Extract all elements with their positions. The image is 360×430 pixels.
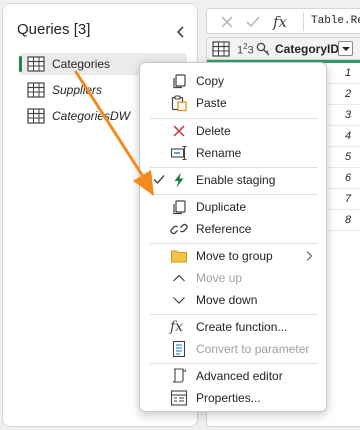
key-icon: [256, 42, 270, 56]
menu-item-copy[interactable]: Copy: [144, 70, 324, 92]
menu-item-move-down[interactable]: Move down: [144, 289, 324, 311]
menu-item-move-up[interactable]: Move up: [144, 267, 324, 289]
query-label: Categories: [52, 57, 111, 71]
duplicate-icon: [173, 200, 186, 215]
query-label: Suppliers: [52, 83, 103, 97]
delete-icon: [173, 125, 185, 137]
check-icon[interactable]: [243, 12, 263, 32]
collapse-pane-icon[interactable]: [173, 24, 189, 40]
rename-icon: [170, 145, 187, 161]
properties-icon: [170, 390, 188, 406]
column-header-categoryid[interactable]: CategoryID: [275, 42, 339, 56]
advanced-editor-icon: [172, 368, 186, 383]
table-icon: [27, 82, 45, 98]
power-query-editor: Queries [3] Categories Suppliers Categor…: [0, 0, 360, 430]
menu-item-properties[interactable]: Properties...: [144, 387, 324, 409]
menu-separator: [150, 167, 318, 168]
function-icon: fx: [170, 319, 184, 335]
table-icon: [27, 108, 45, 124]
menu-separator: [150, 194, 318, 195]
menu-item-advanced-editor[interactable]: Advanced editor: [144, 365, 324, 387]
chevron-down-icon: [173, 297, 185, 304]
menu-item-rename[interactable]: Rename: [144, 142, 324, 164]
column-type-indicator[interactable]: 123: [237, 42, 254, 57]
fx-icon[interactable]: fx: [273, 12, 293, 32]
paste-icon: [171, 95, 187, 112]
menu-item-move-to-group[interactable]: Move to group: [144, 245, 324, 267]
menu-item-create-function[interactable]: fx Create function...: [144, 316, 324, 338]
menu-item-enable-staging[interactable]: Enable staging: [144, 169, 324, 191]
grid-header: 123 CategoryID: [207, 38, 360, 60]
checkmark-icon: [153, 175, 165, 185]
formula-bar: fx Table.Re: [206, 8, 360, 34]
folder-icon: [171, 250, 187, 263]
reference-icon: [170, 223, 188, 235]
query-label: CategoriesDW: [52, 109, 131, 123]
menu-separator: [150, 314, 318, 315]
chevron-right-icon: [306, 251, 313, 261]
formula-input[interactable]: Table.Re: [311, 15, 360, 27]
table-menu-icon[interactable]: [212, 41, 230, 57]
menu-separator: [150, 363, 318, 364]
table-icon: [27, 56, 45, 72]
menu-separator: [150, 243, 318, 244]
lightning-icon: [174, 172, 184, 188]
queries-pane-title: Queries [3]: [17, 21, 91, 38]
menu-item-convert-to-parameter[interactable]: Convert to parameter: [144, 338, 324, 360]
cancel-icon[interactable]: [217, 12, 237, 32]
selection-indicator: [19, 56, 22, 72]
menu-item-reference[interactable]: Reference: [144, 218, 324, 240]
column-filter-dropdown[interactable]: [338, 41, 353, 56]
menu-item-paste[interactable]: Paste: [144, 92, 324, 114]
chevron-up-icon: [173, 274, 185, 282]
query-context-menu: Copy Paste Delete Rename Enable staging …: [139, 62, 327, 412]
menu-item-duplicate[interactable]: Duplicate: [144, 196, 324, 218]
menu-item-delete[interactable]: Delete: [144, 120, 324, 142]
parameter-icon: [172, 340, 186, 358]
copy-icon: [173, 74, 186, 89]
menu-separator: [150, 118, 318, 119]
formula-separator: [303, 13, 304, 31]
